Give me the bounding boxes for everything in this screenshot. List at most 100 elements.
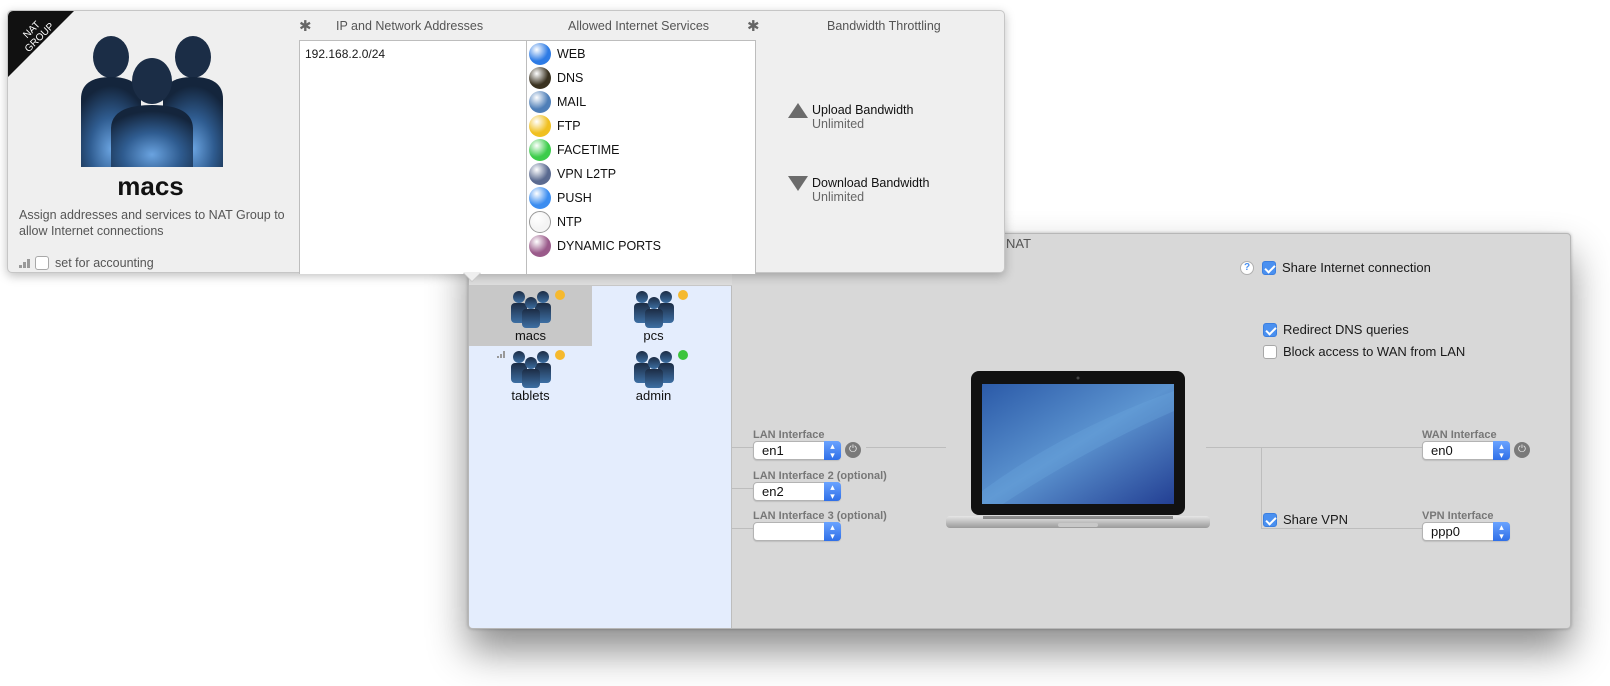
group-tile-macs[interactable]: macs xyxy=(469,286,592,346)
lan1-value: en1 xyxy=(762,443,784,458)
facetime-icon xyxy=(529,139,551,161)
group-people-icon xyxy=(511,291,551,328)
upload-bandwidth[interactable]: Upload Bandwidth Unlimited xyxy=(788,103,913,131)
vpn-value: ppp0 xyxy=(1431,524,1460,539)
group-name: macs xyxy=(514,328,547,343)
clock-icon xyxy=(529,211,551,233)
group-large-icon xyxy=(81,36,223,167)
service-item[interactable]: FACETIME xyxy=(529,138,753,162)
group-people-icon xyxy=(634,351,674,388)
upload-value: Unlimited xyxy=(812,117,865,131)
service-item[interactable]: DNS xyxy=(529,66,753,90)
nat-window: IP Groups Library ✱ ⚲ × macs pcs xyxy=(468,233,1571,629)
ip-address-list[interactable]: 192.168.2.0/24 xyxy=(299,40,526,274)
accounting-signal-icon xyxy=(19,259,30,268)
wan-label: WAN Interface xyxy=(1422,429,1497,441)
ip-address-item[interactable]: 192.168.2.0/24 xyxy=(305,47,521,61)
block-wan-checkbox[interactable] xyxy=(1263,344,1277,359)
redirect-dns-label: Redirect DNS queries xyxy=(1283,322,1409,337)
share-internet-checkbox[interactable] xyxy=(1262,260,1276,275)
service-label: WEB xyxy=(557,47,586,61)
service-item[interactable]: VPN L2TP xyxy=(529,162,753,186)
service-label: FACETIME xyxy=(557,143,620,157)
lan2-label: LAN Interface 2 (optional) xyxy=(753,470,887,482)
group-name: pcs xyxy=(643,328,664,343)
accounting-checkbox[interactable] xyxy=(35,256,49,270)
groups-library-panel: IP Groups Library ✱ ⚲ × macs pcs xyxy=(469,234,732,628)
share-vpn-row: Share VPN xyxy=(1263,512,1348,527)
chevron-updown-icon: ▴ ▾ xyxy=(824,441,841,460)
share-vpn-label: Share VPN xyxy=(1283,512,1349,527)
group-title: macs xyxy=(117,171,184,201)
group-tile-tablets[interactable]: tablets xyxy=(469,346,592,406)
lan1-select[interactable]: en1 ▴ ▾ xyxy=(753,441,841,460)
wan-select[interactable]: en0 ▴ ▾ xyxy=(1422,441,1510,460)
nat-group-ribbon: NAT GROUP xyxy=(8,11,78,81)
group-tile-admin[interactable]: admin xyxy=(592,346,715,406)
service-item[interactable]: MAIL xyxy=(529,90,753,114)
group-tile-pcs[interactable]: pcs xyxy=(592,286,715,346)
share-vpn-checkbox[interactable] xyxy=(1263,512,1277,527)
services-gear-icon[interactable]: ✱ xyxy=(747,17,760,35)
service-item[interactable]: FTP xyxy=(529,114,753,138)
group-description: Assign addresses and services to NAT Gro… xyxy=(19,208,285,238)
bandwidth-column-header: Bandwidth Throttling xyxy=(827,19,941,33)
service-item[interactable]: DYNAMIC PORTS xyxy=(529,234,753,258)
lan2-value: en2 xyxy=(762,484,784,499)
vpn-label: VPN Interface xyxy=(1422,510,1494,522)
service-label: DYNAMIC PORTS xyxy=(557,239,661,253)
block-wan-row: Block access to WAN from LAN xyxy=(1263,344,1465,359)
connector-line xyxy=(732,447,753,448)
plug-icon[interactable]: ⏻ xyxy=(845,442,861,458)
service-item[interactable]: PUSH xyxy=(529,186,753,210)
accounting-label: set for accounting xyxy=(55,256,154,270)
redirect-dns-row: Redirect DNS queries xyxy=(1263,322,1409,337)
connector-line xyxy=(732,488,753,489)
lan1-label: LAN Interface xyxy=(753,429,825,441)
ip-gear-icon[interactable]: ✱ xyxy=(299,17,312,35)
service-label: NTP xyxy=(557,215,582,229)
redirect-dns-checkbox[interactable] xyxy=(1263,322,1277,337)
popover-pointer xyxy=(463,272,481,281)
status-dot xyxy=(678,290,688,300)
group-people-icon xyxy=(634,291,674,328)
upload-arrow-icon xyxy=(788,103,808,118)
radar-icon xyxy=(529,67,551,89)
wan-value: en0 xyxy=(1431,443,1453,458)
connector-line xyxy=(732,528,753,529)
connector-line xyxy=(866,447,946,448)
chevron-updown-icon: ▴ ▾ xyxy=(824,522,841,541)
vpn-icon xyxy=(529,163,551,185)
safari-compass-icon xyxy=(529,43,551,65)
services-column-header: Allowed Internet Services xyxy=(568,19,710,33)
service-label: FTP xyxy=(557,119,581,133)
block-wan-label: Block access to WAN from LAN xyxy=(1283,344,1466,359)
mail-stamp-icon xyxy=(529,91,551,113)
group-name: tablets xyxy=(511,388,550,403)
status-dot xyxy=(678,350,688,360)
plug-icon[interactable]: ⏻ xyxy=(1514,442,1530,458)
service-label: DNS xyxy=(557,71,584,85)
lan3-label: LAN Interface 3 (optional) xyxy=(753,510,887,522)
service-item[interactable]: NTP xyxy=(529,210,753,234)
service-label: PUSH xyxy=(557,191,592,205)
accounting-signal-icon xyxy=(497,351,505,358)
share-internet-row: ? Share Internet connection xyxy=(1240,260,1431,275)
download-title: Download Bandwidth xyxy=(812,176,930,190)
lan2-select[interactable]: en2 ▴ ▾ xyxy=(753,482,841,501)
connector-line xyxy=(1261,528,1422,529)
lan3-select[interactable]: ▴ ▾ xyxy=(753,522,841,541)
accounting-row: set for accounting xyxy=(19,256,154,270)
chevron-updown-icon: ▴ ▾ xyxy=(1493,441,1510,460)
network-globe-icon xyxy=(529,235,551,257)
vpn-select[interactable]: ppp0 ▴ ▾ xyxy=(1422,522,1510,541)
messages-icon xyxy=(529,187,551,209)
help-icon[interactable]: ? xyxy=(1240,260,1254,275)
chevron-updown-icon: ▴ ▾ xyxy=(824,482,841,501)
ribbon-text: NAT GROUP xyxy=(21,19,57,55)
nat-settings-area: ? Share Internet connection Redirect DNS… xyxy=(732,234,1570,628)
rubber-duck-icon xyxy=(529,115,551,137)
laptop-image xyxy=(946,371,1210,528)
download-bandwidth[interactable]: Download Bandwidth Unlimited xyxy=(788,176,929,204)
service-item[interactable]: WEB xyxy=(529,42,753,66)
